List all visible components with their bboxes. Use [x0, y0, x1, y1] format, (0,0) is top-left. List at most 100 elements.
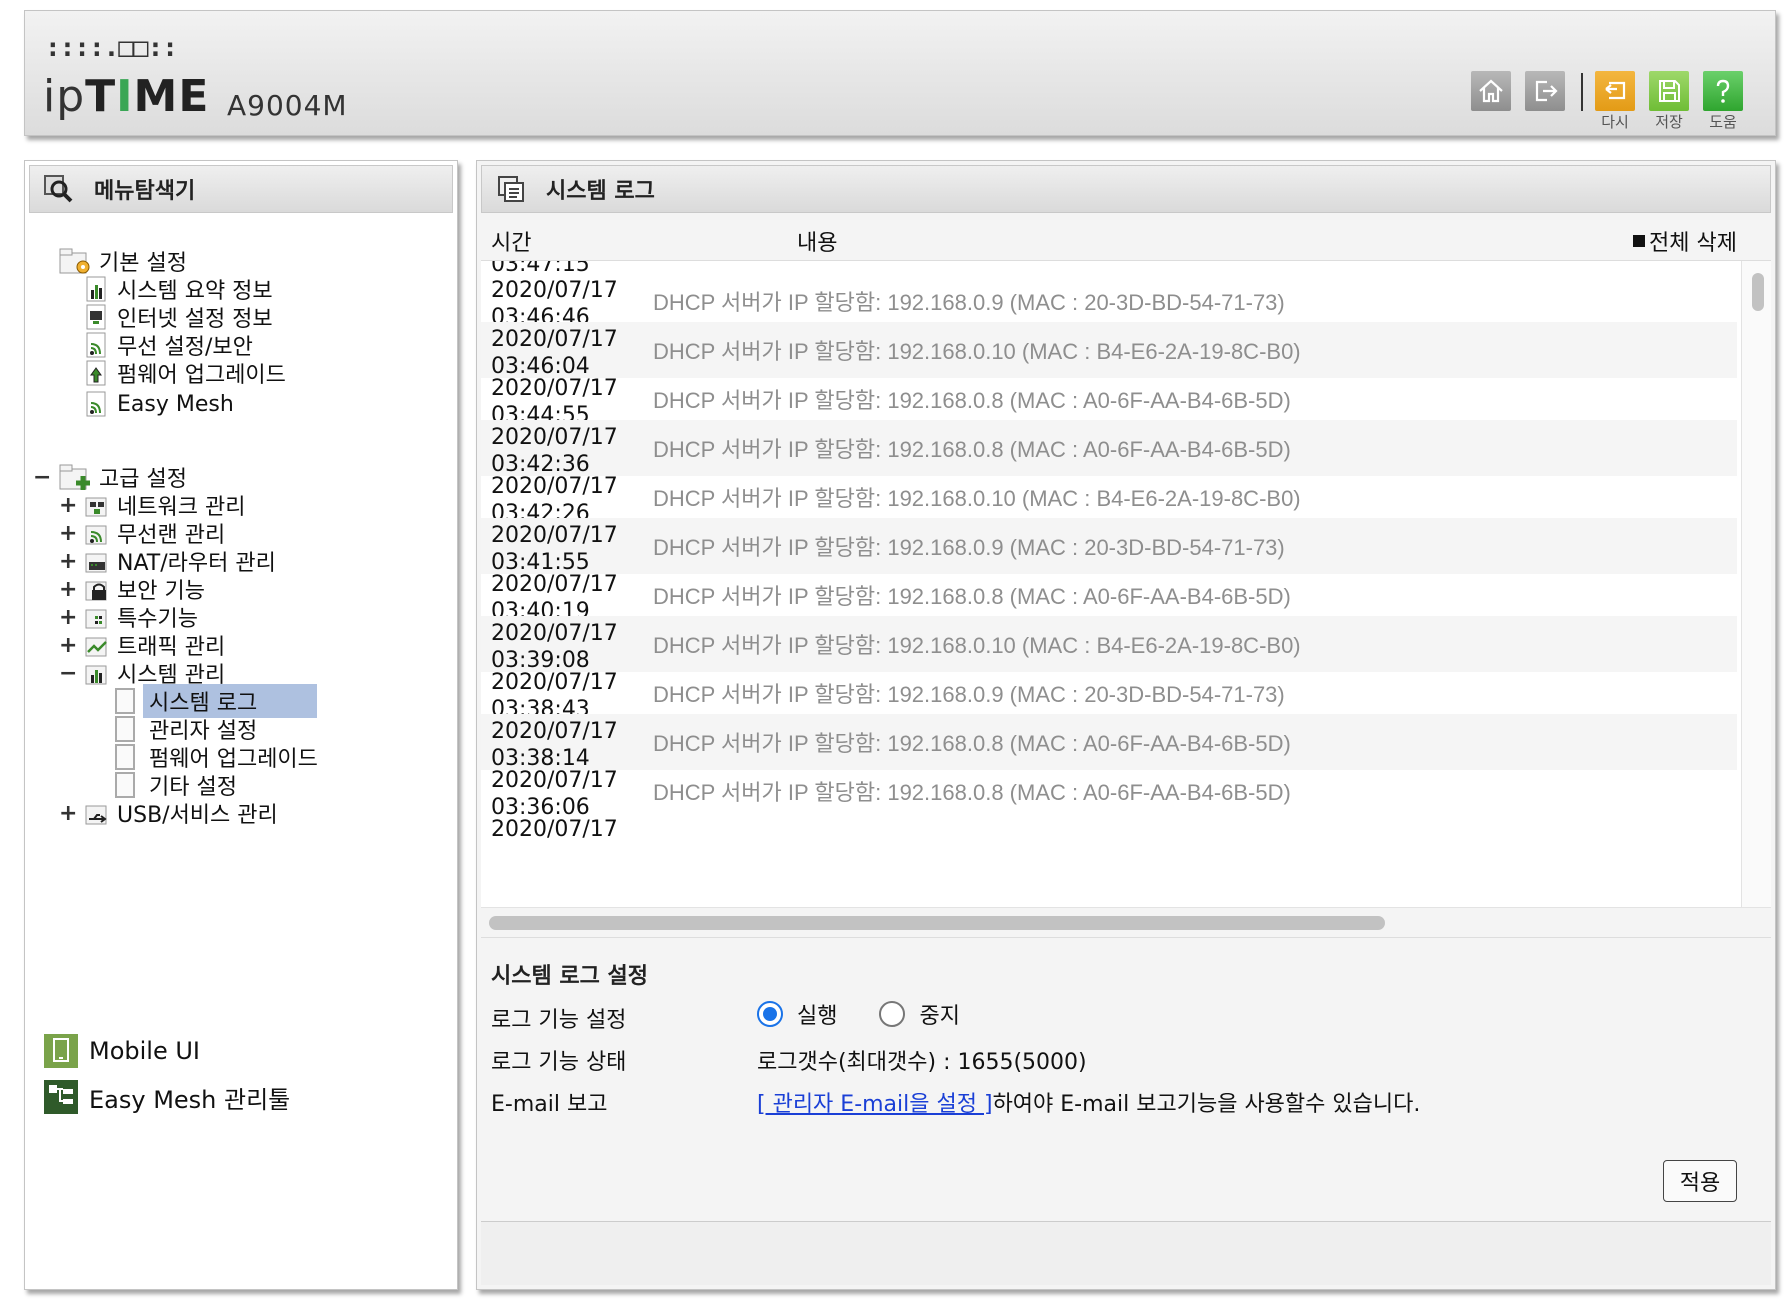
tree-item-label: USB/서비스 관리 [117, 803, 278, 828]
clear-all-label: 전체 삭제 [1649, 231, 1737, 256]
menu-explorer-title-bar: 메뉴탐색기 [29, 165, 453, 213]
radio-stop-label[interactable]: 중지 [919, 998, 959, 1030]
system-log-panel: 시스템 로그 시간 내용 전체 삭제 03:47:15 2020/07/17 03… [476, 160, 1776, 1290]
admin-email-settings-link[interactable]: [ 관리자 E-mail을 설정 ] [757, 1086, 993, 1118]
log-message: DHCP 서버가 IP 할당함: 192.168.0.9 (MAC : 20-3… [653, 290, 1285, 315]
wireless-icon [85, 331, 109, 359]
clear-square-icon [1633, 235, 1646, 247]
mesh-tool-icon [44, 1080, 78, 1114]
expand-toggle[interactable]: + [59, 521, 77, 546]
table-row: 2020/07/17 03:46:46 DHCP 서버가 IP 할당함: 192.1… [481, 273, 1737, 330]
column-header-content: 내용 [797, 231, 838, 256]
grid-dots-icon [85, 603, 109, 631]
email-report-note: 하여야 E-mail 보고기능을 사용할수 있습니다. [992, 1092, 1421, 1117]
reset-label: 다시 [1601, 113, 1629, 131]
log-date: 2020/07/17 [491, 621, 618, 646]
app-header: ::::.□□:: ipTIME A9004M 다시 저장 도움 [24, 10, 1776, 136]
horizontal-scrollbar[interactable] [481, 907, 1771, 935]
clear-all-button[interactable]: 전체 삭제 [1633, 225, 1737, 257]
upgrade-arrow-icon [85, 359, 109, 387]
table-row: 2020/07/17 03:46:04 DHCP 서버가 IP 할당함: 192.1… [481, 322, 1737, 379]
page-icon [115, 772, 135, 798]
expand-toggle[interactable]: + [59, 605, 77, 630]
menu-explorer-panel: 메뉴탐색기 기본 설정 시스템 요약 정보 인터넷 설정 정보 무선 설정/보안… [24, 160, 458, 1290]
page-icon [115, 744, 135, 770]
log-function-label: 로그 기능 설정 [491, 1008, 627, 1033]
log-message: DHCP 서버가 IP 할당함: 192.168.0.10 (MAC : B4-… [653, 633, 1301, 658]
log-message: DHCP 서버가 IP 할당함: 192.168.0.8 (MAC : A0-6… [653, 584, 1291, 609]
collapse-toggle[interactable]: − [59, 661, 77, 686]
log-message: DHCP 서버가 IP 할당함: 192.168.0.10 (MAC : B4-… [653, 339, 1301, 364]
home-button[interactable] [1471, 71, 1511, 111]
table-row-partial-bottom: 2020/07/17 [481, 812, 1737, 868]
usb-icon [85, 799, 109, 827]
table-row: 2020/07/17 03:44:55 DHCP 서버가 IP 할당함: 192.1… [481, 371, 1737, 428]
table-row: 2020/07/17 03:40:19 DHCP 서버가 IP 할당함: 192.1… [481, 567, 1737, 624]
brand-logo: ipTIME [43, 71, 210, 122]
chart-icon [85, 659, 109, 687]
log-date: 2020/07/17 [491, 768, 618, 793]
mobile-phone-icon [44, 1034, 78, 1068]
expand-toggle[interactable]: + [59, 801, 77, 826]
log-date: 2020/07/17 [491, 278, 618, 303]
expand-toggle[interactable]: + [59, 577, 77, 602]
tree-item-label: Easy Mesh [117, 391, 234, 417]
monitor-icon [85, 303, 109, 331]
log-date: 2020/07/17 [491, 376, 618, 401]
log-status-value: 로그갯수(최대갯수) : 1655(5000) [757, 1050, 1087, 1075]
vertical-scroll-thumb[interactable] [1752, 273, 1764, 311]
mobile-ui-link[interactable]: Mobile UI [43, 1033, 200, 1069]
reset-button[interactable] [1595, 71, 1635, 111]
menu-explorer-title: 메뉴탐색기 [94, 179, 196, 204]
tree-item-easy-mesh[interactable]: Easy Mesh [85, 388, 234, 420]
easy-mesh-tool-label: Easy Mesh 관리툴 [89, 1085, 291, 1114]
router-icon [85, 547, 109, 575]
log-message: DHCP 서버가 IP 할당함: 192.168.0.9 (MAC : 20-3… [653, 682, 1285, 707]
table-row: 2020/07/17 03:42:36 DHCP 서버가 IP 할당함: 192.1… [481, 420, 1737, 477]
log-date: 2020/07/17 [491, 474, 618, 499]
horizontal-scroll-thumb[interactable] [489, 916, 1385, 930]
page-icon [115, 688, 135, 714]
folder-plus-icon [59, 463, 93, 491]
wireless-icon [85, 519, 109, 547]
help-button[interactable] [1703, 71, 1743, 111]
save-label: 저장 [1655, 113, 1683, 131]
tree-item-firmware-upgrade[interactable]: 펌웨어 업그레이드 [85, 357, 286, 389]
log-message: DHCP 서버가 IP 할당함: 192.168.0.8 (MAC : A0-6… [653, 780, 1291, 805]
table-row: 2020/07/17 03:36:06 DHCP 서버가 IP 할당함: 192.1… [481, 763, 1737, 820]
logout-button[interactable] [1525, 71, 1565, 111]
table-row: 2020/07/17 03:38:14 DHCP 서버가 IP 할당함: 192.1… [481, 714, 1737, 771]
reset-icon [1605, 81, 1626, 100]
collapse-toggle[interactable]: − [33, 465, 51, 490]
radio-run-label[interactable]: 실행 [797, 998, 837, 1030]
log-message: DHCP 서버가 IP 할당함: 192.168.0.8 (MAC : A0-6… [653, 437, 1291, 462]
page-icon [115, 716, 135, 742]
tree-item-label: 펌웨어 업그레이드 [117, 363, 286, 388]
mobile-ui-label: Mobile UI [89, 1037, 200, 1065]
save-button[interactable] [1649, 71, 1689, 111]
easy-mesh-tool-link[interactable]: Easy Mesh 관리툴 [43, 1079, 290, 1115]
help-icon [1716, 79, 1730, 103]
model-name: A9004M [227, 89, 348, 122]
logo-dots: ::::.□□:: [45, 33, 178, 63]
expand-toggle[interactable]: + [59, 633, 77, 658]
magnifier-icon [42, 172, 76, 206]
apply-button[interactable]: 적용 [1663, 1160, 1737, 1202]
log-settings-section: 시스템 로그 설정 로그 기능 설정 실행 중지 로그 기능 상태 로그갯수(최… [481, 937, 1771, 1219]
network-icon [85, 491, 109, 519]
vertical-scrollbar[interactable] [1741, 261, 1771, 907]
radio-run[interactable] [757, 1001, 783, 1027]
expand-toggle[interactable]: + [59, 549, 77, 574]
table-row: 2020/07/17 03:38:43 DHCP 서버가 IP 할당함: 192.1… [481, 665, 1737, 722]
log-message: DHCP 서버가 IP 할당함: 192.168.0.8 (MAC : A0-6… [653, 731, 1291, 756]
log-list[interactable]: 03:47:15 2020/07/17 03:46:46 DHCP 서버가 IP 할… [481, 261, 1741, 907]
help-label: 도움 [1709, 113, 1737, 131]
log-date: 2020/07/17 [491, 523, 618, 548]
tree-group-usb-service[interactable]: + USB/서비스 관리 [59, 797, 278, 829]
log-status-label: 로그 기능 상태 [491, 1050, 627, 1075]
lock-icon [85, 575, 109, 603]
radio-stop[interactable] [879, 1001, 906, 1027]
email-report-value: [ 관리자 E-mail을 설정 ] 하여야 E-mail 보고기능을 사용할수 … [757, 1086, 1420, 1118]
log-table-header: 시간 내용 전체 삭제 [481, 213, 1771, 261]
expand-toggle[interactable]: + [59, 493, 77, 518]
